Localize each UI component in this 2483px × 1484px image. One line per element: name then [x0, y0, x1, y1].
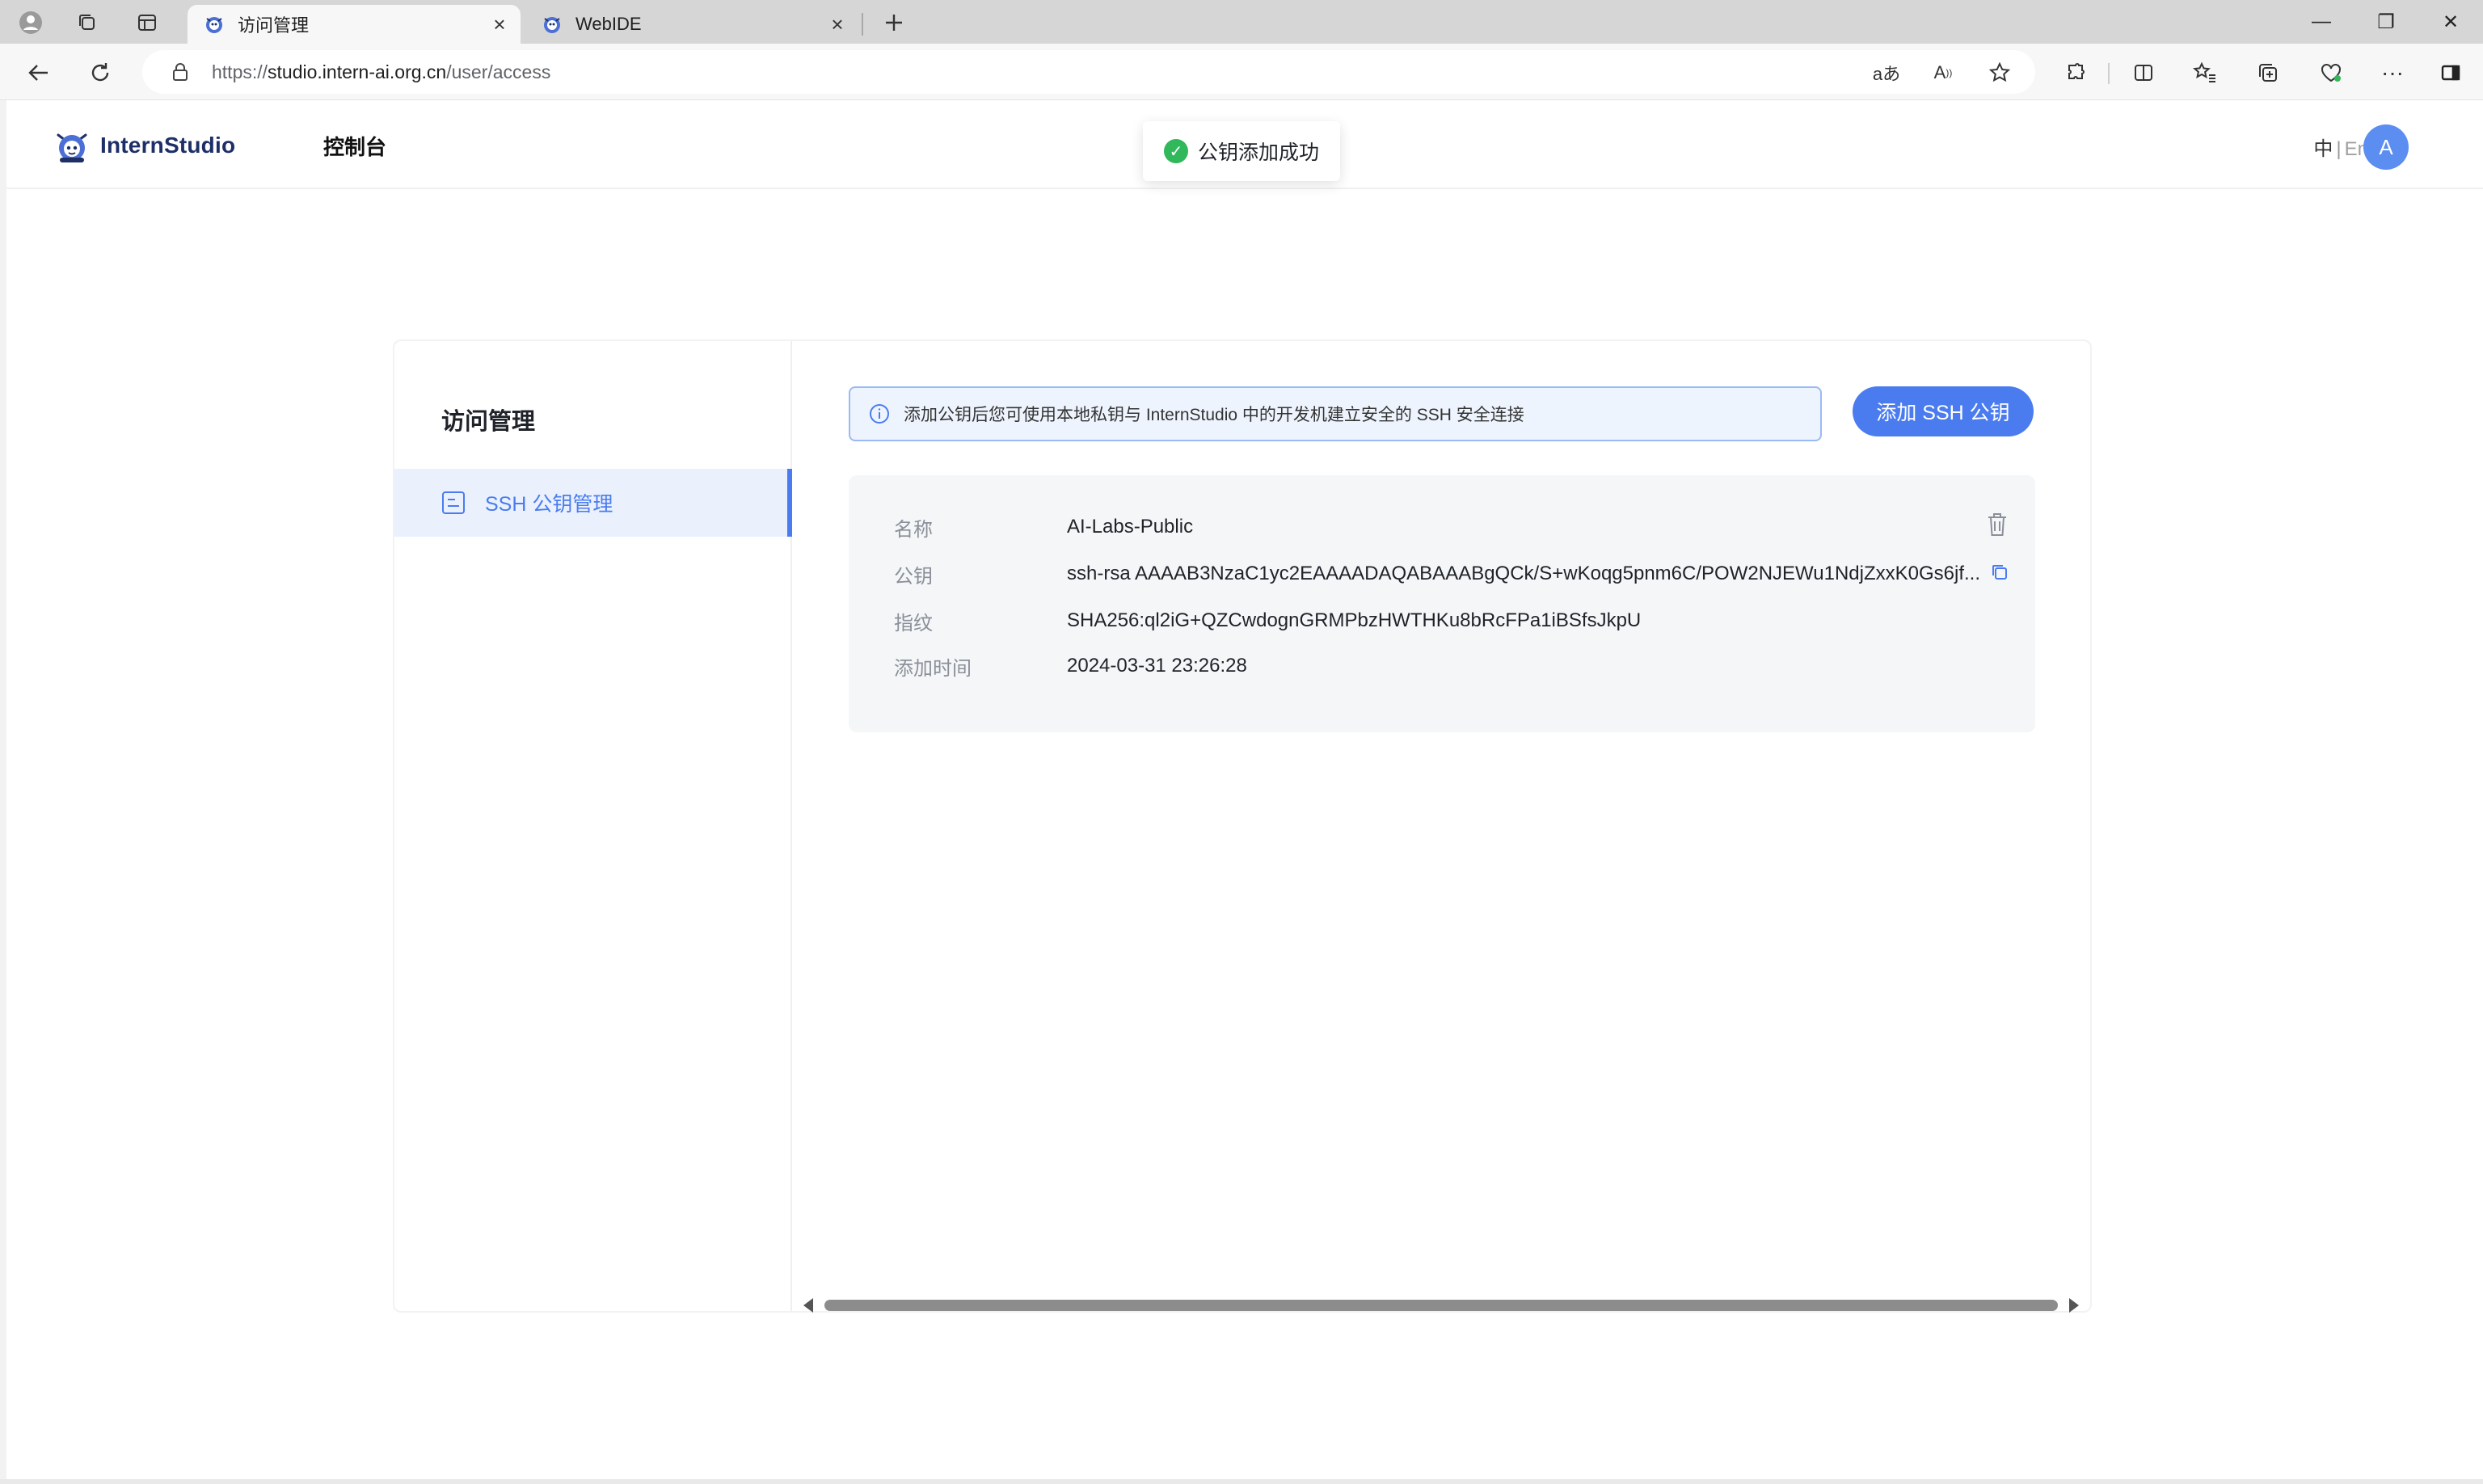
- lang-separator: |: [2336, 138, 2342, 160]
- back-icon[interactable]: [21, 55, 57, 91]
- console-nav-link[interactable]: 控制台: [323, 131, 386, 161]
- copy-icon[interactable]: [1990, 563, 2009, 582]
- tab-title: WebIDE: [575, 14, 642, 34]
- lock-icon[interactable]: [170, 61, 191, 82]
- key-pubkey-value: ssh-rsa AAAAB3NzaC1yc2EAAAADAQABAAABgQCk…: [1067, 563, 1980, 584]
- key-fingerprint-value: SHA256:ql2iG+QZCwdognGRMPbzHWTHKu8bRcFPa…: [1067, 609, 1642, 631]
- url-host: studio.intern-ai.org.cn: [268, 61, 447, 82]
- sidebar-item-label: SSH 公钥管理: [485, 493, 613, 516]
- refresh-icon[interactable]: [82, 55, 118, 91]
- check-circle-icon: ✓: [1163, 139, 1188, 163]
- browser-essentials-icon[interactable]: [2313, 55, 2349, 91]
- scrollbar-thumb[interactable]: [824, 1300, 2058, 1311]
- translate-icon[interactable]: aあ: [1869, 55, 1904, 91]
- info-icon: [870, 404, 889, 424]
- restore-icon[interactable]: ❐: [2354, 0, 2418, 44]
- key-fingerprint-row: 指纹 SHA256:ql2iG+QZCwdognGRMPbzHWTHKu8bRc…: [894, 605, 1641, 637]
- key-name-value: AI-Labs-Public: [1067, 516, 1194, 538]
- ssh-key-entry: 名称 AI-Labs-Public 公钥 ssh-rsa AAAAB3NzaC1…: [849, 475, 2035, 732]
- success-toast: ✓ 公钥添加成功: [1143, 121, 1340, 181]
- sidebar-item-ssh-keys[interactable]: SSH 公钥管理: [394, 469, 792, 537]
- window-close-icon[interactable]: ✕: [2418, 0, 2483, 44]
- main-content: 添加公钥后您可使用本地私钥与 InternStudio 中的开发机建立安全的 S…: [792, 341, 2090, 1314]
- key-added-row: 添加时间 2024-03-31 23:26:28: [894, 650, 1247, 682]
- tab-title: 访问管理: [238, 15, 310, 36]
- tab-separator: [862, 13, 863, 36]
- internstudio-favicon-icon: [544, 17, 560, 33]
- internstudio-mascot-icon: [57, 133, 87, 162]
- new-tab-icon[interactable]: [878, 6, 910, 39]
- address-bar[interactable]: https://studio.intern-ai.org.cn/user/acc…: [142, 50, 2035, 94]
- delete-trash-icon[interactable]: [1985, 511, 2009, 538]
- logo-text: InternStudio: [100, 133, 236, 158]
- toolbar-separator: [2108, 63, 2110, 84]
- url-path: /user/access: [446, 61, 551, 82]
- sidebar-title: 访问管理: [441, 409, 536, 435]
- access-management-card: 访问管理 SSH 公钥管理 添加公钥后您可使用本地私钥与 InternStudi…: [393, 339, 2092, 1313]
- document-icon: [442, 491, 465, 514]
- key-added-value: 2024-03-31 23:26:28: [1067, 655, 1247, 677]
- internstudio-logo[interactable]: InternStudio: [52, 124, 235, 167]
- tab-access-management[interactable]: 访问管理 ×: [188, 5, 521, 44]
- browser-tab-bar: 访问管理 × WebIDE × — ❐ ✕: [0, 0, 2483, 44]
- add-ssh-key-button[interactable]: 添加 SSH 公钥: [1853, 386, 2034, 436]
- key-fingerprint-label: 指纹: [894, 612, 933, 634]
- tab-close-icon[interactable]: ×: [488, 12, 511, 36]
- sidebar: 访问管理 SSH 公钥管理: [394, 341, 792, 1311]
- key-name-label: 名称: [894, 518, 933, 541]
- profile-icon[interactable]: [15, 6, 47, 39]
- key-pubkey-label: 公钥: [894, 565, 933, 588]
- window-left-edge: [0, 100, 6, 1479]
- workspaces-icon[interactable]: [71, 6, 103, 39]
- key-name-row: 名称 AI-Labs-Public: [894, 511, 1193, 543]
- language-switcher: 中 | En: [2313, 133, 2368, 161]
- more-options-icon[interactable]: ···: [2375, 55, 2410, 91]
- key-added-label: 添加时间: [894, 657, 972, 680]
- collections-icon[interactable]: [2250, 55, 2286, 91]
- split-screen-icon[interactable]: [2126, 55, 2161, 91]
- internstudio-favicon-icon: [206, 17, 222, 33]
- tab-webide[interactable]: WebIDE ×: [525, 5, 858, 44]
- info-text: 添加公钥后您可使用本地私钥与 InternStudio 中的开发机建立安全的 S…: [904, 406, 1524, 424]
- read-aloud-icon[interactable]: A)): [1925, 55, 1961, 91]
- url-prefix: https://: [212, 61, 268, 82]
- lang-zh[interactable]: 中: [2313, 138, 2333, 160]
- sidebar-toggle-icon[interactable]: [2433, 55, 2468, 91]
- favorites-icon[interactable]: [2187, 55, 2223, 91]
- toast-message: 公钥添加成功: [1197, 141, 1319, 164]
- horizontal-scrollbar[interactable]: [792, 1296, 2090, 1314]
- scroll-left-arrow-icon[interactable]: [803, 1298, 813, 1313]
- extensions-icon[interactable]: [2058, 55, 2093, 91]
- user-avatar[interactable]: A: [2363, 124, 2409, 170]
- tab-close-icon[interactable]: ×: [826, 12, 849, 36]
- info-alert: 添加公钥后您可使用本地私钥与 InternStudio 中的开发机建立安全的 S…: [849, 386, 1822, 441]
- vertical-tabs-icon[interactable]: [131, 6, 163, 39]
- scroll-right-arrow-icon[interactable]: [2069, 1298, 2079, 1313]
- key-pubkey-row: 公钥 ssh-rsa AAAAB3NzaC1yc2EAAAADAQABAAABg…: [894, 558, 1980, 590]
- minimize-icon[interactable]: —: [2289, 0, 2354, 44]
- browser-toolbar: https://studio.intern-ai.org.cn/user/acc…: [0, 44, 2483, 100]
- window-bottom-edge: [0, 1479, 2483, 1484]
- favorite-star-icon[interactable]: [1982, 55, 2017, 91]
